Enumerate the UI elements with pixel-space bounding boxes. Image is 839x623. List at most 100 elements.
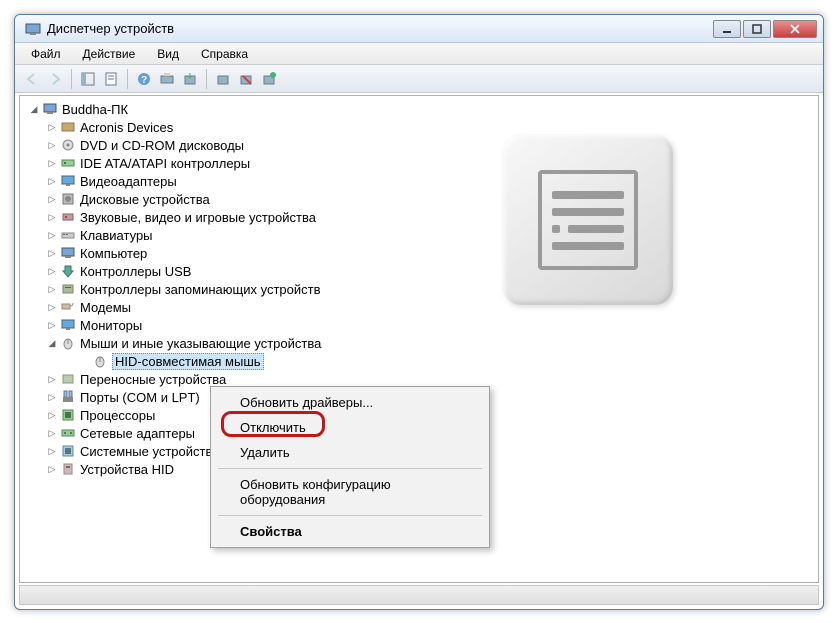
show-hide-tree-button[interactable]: [77, 68, 99, 90]
tree-category[interactable]: ▷ Звуковые, видео и игровые устройства: [20, 208, 818, 226]
device-category-icon: [60, 335, 76, 351]
tree-item-label: Acronis Devices: [80, 120, 173, 135]
device-category-icon: [60, 317, 76, 333]
context-properties[interactable]: Свойства: [214, 519, 486, 544]
enable-device-button[interactable]: [258, 68, 280, 90]
help-button[interactable]: ?: [133, 68, 155, 90]
expand-icon[interactable]: ▷: [46, 247, 58, 259]
expand-icon[interactable]: ▷: [46, 373, 58, 385]
expand-icon[interactable]: ▷: [46, 319, 58, 331]
expand-icon[interactable]: ▷: [46, 409, 58, 421]
tree-root[interactable]: ◢ Buddha-ПК: [20, 100, 818, 118]
mouse-icon: [92, 353, 108, 369]
device-category-icon: [60, 371, 76, 387]
context-scan[interactable]: Обновить конфигурацию оборудования: [214, 472, 486, 512]
context-delete[interactable]: Удалить: [214, 440, 486, 465]
context-separator: [218, 515, 482, 516]
close-button[interactable]: [773, 20, 817, 38]
menubar: Файл Действие Вид Справка: [15, 43, 823, 65]
tree-category[interactable]: ▷ Мониторы: [20, 316, 818, 334]
tree-item-label: Модемы: [80, 300, 131, 315]
expand-icon[interactable]: ▷: [46, 139, 58, 151]
device-category-icon: [60, 443, 76, 459]
expand-icon[interactable]: ▷: [46, 427, 58, 439]
menu-action[interactable]: Действие: [73, 45, 146, 63]
device-category-icon: [60, 263, 76, 279]
tree-category[interactable]: ▷Контроллеры запоминающих устройств: [20, 280, 818, 298]
minimize-button[interactable]: [713, 20, 741, 38]
device-category-icon: [60, 389, 76, 405]
device-category-icon: [60, 173, 76, 189]
context-separator: [218, 468, 482, 469]
expand-icon[interactable]: ▷: [46, 445, 58, 457]
tree-category[interactable]: ▷ Видеоадаптеры: [20, 172, 818, 190]
spacer: [78, 355, 90, 367]
computer-icon: [42, 101, 58, 117]
device-category-icon: [60, 209, 76, 225]
expand-icon[interactable]: ▷: [46, 121, 58, 133]
expand-icon[interactable]: ▷: [46, 193, 58, 205]
device-category-icon: [60, 407, 76, 423]
tree-category[interactable]: ▷ Дисковые устройства: [20, 190, 818, 208]
expand-icon[interactable]: ▷: [46, 301, 58, 313]
device-category-icon: [60, 191, 76, 207]
scan-hardware-button[interactable]: [156, 68, 178, 90]
properties-button[interactable]: [100, 68, 122, 90]
expand-icon[interactable]: ▷: [46, 265, 58, 277]
expand-icon[interactable]: ▷: [46, 463, 58, 475]
collapse-icon[interactable]: ◢: [28, 103, 40, 115]
tree-item-label: Клавиатуры: [80, 228, 153, 243]
maximize-button[interactable]: [743, 20, 771, 38]
device-category-icon: [60, 461, 76, 477]
watermark-badge: [503, 135, 673, 305]
tree-item-label: Компьютер: [80, 246, 147, 261]
tree-item-label: Устройства HID: [80, 462, 174, 477]
device-category-icon: [60, 425, 76, 441]
tree-category[interactable]: ◢Мыши и иные указывающие устройства: [20, 334, 818, 352]
expand-icon[interactable]: ▷: [46, 211, 58, 223]
disable-device-button[interactable]: [235, 68, 257, 90]
tree-item-label: Сетевые адаптеры: [80, 426, 195, 441]
device-category-icon: [60, 281, 76, 297]
tree-item-label: Порты (COM и LPT): [80, 390, 200, 405]
tree-category[interactable]: ▷ Клавиатуры: [20, 226, 818, 244]
uninstall-button[interactable]: [212, 68, 234, 90]
tree-item-label: Системные устройства: [80, 444, 219, 459]
update-driver-button[interactable]: [179, 68, 201, 90]
expand-icon[interactable]: ▷: [46, 175, 58, 187]
tree-device[interactable]: HID-совместимая мышь: [20, 352, 818, 370]
tree-item-label: IDE ATA/ATAPI контроллеры: [80, 156, 250, 171]
statusbar: [19, 585, 819, 605]
expand-icon[interactable]: ▷: [46, 229, 58, 241]
expand-icon[interactable]: ▷: [46, 157, 58, 169]
tree-item-label: Видеоадаптеры: [80, 174, 177, 189]
context-menu: Обновить драйверы... Отключить Удалить О…: [210, 386, 490, 548]
context-disable[interactable]: Отключить: [214, 415, 486, 440]
titlebar[interactable]: Диспетчер устройств: [15, 15, 823, 43]
menu-help[interactable]: Справка: [191, 45, 258, 63]
tree-category[interactable]: ▷ Контроллеры USB: [20, 262, 818, 280]
expand-icon[interactable]: ▷: [46, 391, 58, 403]
tree-category[interactable]: ▷ Модемы: [20, 298, 818, 316]
expand-icon[interactable]: ◢: [46, 337, 58, 349]
tree-item-label: Мониторы: [80, 318, 142, 333]
tree-category[interactable]: ▷DVD и CD-ROM дисководы: [20, 136, 818, 154]
tree-category[interactable]: ▷ Acronis Devices: [20, 118, 818, 136]
device-category-icon: [60, 119, 76, 135]
tree-device-label: HID-совместимая мышь: [112, 353, 264, 370]
tree-item-label: Звуковые, видео и игровые устройства: [80, 210, 316, 225]
tree-item-label: Процессоры: [80, 408, 155, 423]
tree-item-label: Дисковые устройства: [80, 192, 210, 207]
menu-file[interactable]: Файл: [21, 45, 71, 63]
window-controls: [713, 20, 817, 38]
tree-item-label: Контроллеры USB: [80, 264, 191, 279]
tree-category[interactable]: ▷ Компьютер: [20, 244, 818, 262]
context-update-drivers[interactable]: Обновить драйверы...: [214, 390, 486, 415]
device-category-icon: [60, 227, 76, 243]
device-manager-window: Диспетчер устройств Файл Действие Вид Сп…: [14, 14, 824, 610]
tree-item-label: Переносные устройства: [80, 372, 226, 387]
menu-view[interactable]: Вид: [147, 45, 189, 63]
expand-icon[interactable]: ▷: [46, 283, 58, 295]
tree-category[interactable]: ▷ IDE ATA/ATAPI контроллеры: [20, 154, 818, 172]
tree-root-label: Buddha-ПК: [62, 102, 128, 117]
